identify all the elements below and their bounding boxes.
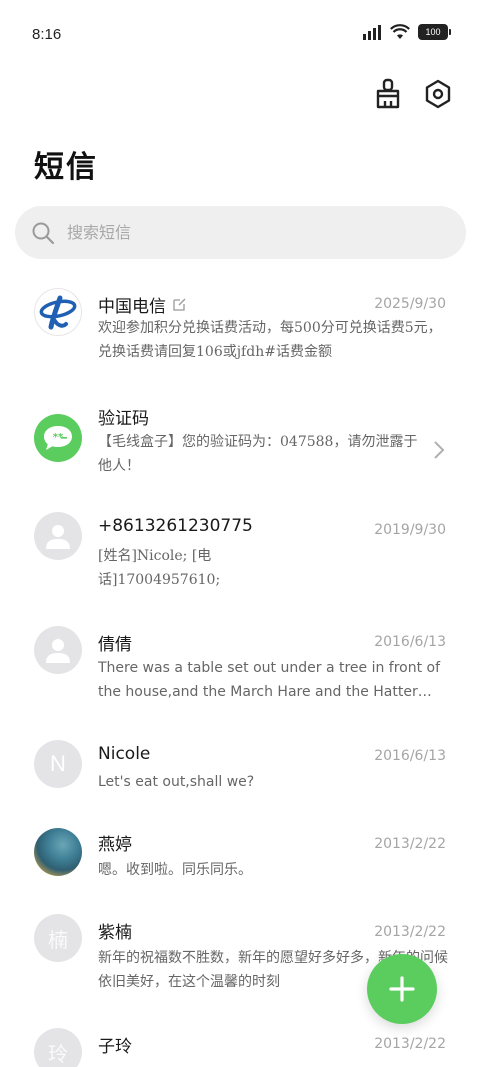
message-bubble-icon: ** xyxy=(44,426,72,450)
settings-hexagon-icon xyxy=(425,79,451,109)
contact-name: 紫楠 xyxy=(98,923,132,943)
new-message-button[interactable] xyxy=(367,954,437,1024)
status-icons: 100 xyxy=(362,24,451,40)
wifi-icon xyxy=(390,24,410,39)
edit-icon xyxy=(173,298,186,311)
message-date: 2016/6/13 xyxy=(374,748,446,764)
contact-name: 中国电信 xyxy=(98,292,187,317)
message-date: 2013/2/22 xyxy=(374,1036,446,1052)
message-preview: There was a table set out under a tree i… xyxy=(98,660,441,700)
message-row-yanting[interactable]: 燕婷 2013/2/22 嗯。收到啦。同乐同乐。 xyxy=(0,818,480,918)
message-date: 2013/2/22 xyxy=(374,924,446,940)
avatar-initial: N xyxy=(50,751,66,776)
contact-name: 燕婷 xyxy=(98,835,132,855)
avatar-initial: 玲 xyxy=(48,1041,68,1066)
plus-icon xyxy=(389,976,415,1002)
message-preview: Let's eat out,shall we? xyxy=(98,774,255,790)
message-row-nicole[interactable]: N Nicole 2016/6/13 Let's eat out,shall w… xyxy=(0,732,480,832)
avatar-photo xyxy=(34,828,82,876)
avatar-letter: 楠 xyxy=(34,914,82,962)
message-preview: 嗯。收到啦。同乐同乐。 xyxy=(98,862,252,878)
message-row-china-telecom[interactable]: 中国电信 2025/9/30 欢迎参加积分兑换话费活动，每500分可兑换话费5元… xyxy=(0,278,480,378)
avatar-letter: 玲 xyxy=(34,1028,82,1067)
chevron-right-icon[interactable] xyxy=(432,440,446,460)
message-row-ziling[interactable]: 玲 子玲 2013/2/22 xyxy=(0,1020,480,1067)
signal-icon xyxy=(363,25,381,40)
clean-button[interactable] xyxy=(372,76,404,112)
message-date: 2013/2/22 xyxy=(374,836,446,852)
avatar-letter: N xyxy=(34,740,82,788)
contact-name: 验证码 xyxy=(98,409,149,429)
avatar-china-telecom xyxy=(34,288,82,336)
message-row-qianqian[interactable]: 倩倩 2016/6/13 There was a table set out u… xyxy=(0,618,480,718)
message-preview: 【毛线盒子】您的验证码为：047588，请勿泄露于他人！ xyxy=(98,434,418,474)
message-date: 2016/6/13 xyxy=(374,634,446,650)
avatar-verification-code: ** xyxy=(34,414,82,462)
contact-name: 倩倩 xyxy=(98,635,132,655)
message-row-phone-number[interactable]: +8613261230775 2019/9/30 [姓名]Nicole; [电话… xyxy=(0,504,480,604)
search-input[interactable] xyxy=(67,223,427,242)
contact-name: Nicole xyxy=(98,744,151,764)
battery-level: 100 xyxy=(425,27,441,37)
avatar-default xyxy=(34,626,82,674)
settings-button[interactable] xyxy=(422,76,454,112)
search-bar[interactable] xyxy=(15,206,466,259)
battery-icon: 100 xyxy=(418,24,451,40)
message-date: 2019/9/30 xyxy=(374,522,446,538)
status-time: 8:16 xyxy=(32,26,62,43)
page-title: 短信 xyxy=(34,150,98,185)
message-preview: [姓名]Nicole; [电话]17004957610; xyxy=(98,548,221,588)
message-date: 2025/9/30 xyxy=(374,296,446,312)
top-actions xyxy=(372,76,454,112)
search-icon xyxy=(32,222,55,244)
person-icon xyxy=(46,525,70,549)
avatar-default xyxy=(34,512,82,560)
message-preview: 欢迎参加积分兑换话费活动，每500分可兑换话费5元，兑换话费请回复106或jfd… xyxy=(98,320,442,360)
contact-name: +8613261230775 xyxy=(98,516,253,536)
contact-name: 子玲 xyxy=(98,1037,132,1057)
broom-icon xyxy=(376,78,400,109)
china-telecom-logo-icon xyxy=(39,295,77,330)
avatar-initial: 楠 xyxy=(48,927,68,952)
message-row-verification-code[interactable]: ** 验证码 【毛线盒子】您的验证码为：047588，请勿泄露于他人！ xyxy=(0,390,480,490)
person-icon xyxy=(46,639,70,663)
status-bar: 8:16 100 xyxy=(0,0,480,70)
